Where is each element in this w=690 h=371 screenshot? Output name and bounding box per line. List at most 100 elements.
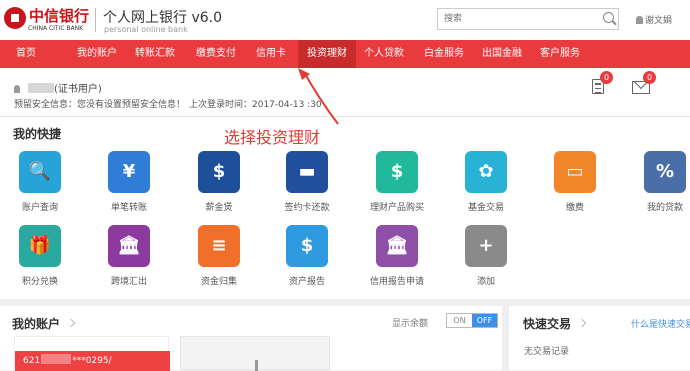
toggle-off[interactable]: OFF (472, 314, 497, 327)
nav-item-5[interactable]: 投资理财 (298, 40, 356, 68)
search-icon[interactable] (603, 12, 614, 23)
citic-logo-icon (4, 7, 26, 29)
nav-item-2[interactable]: 转账汇款 (130, 40, 180, 68)
bank-name-cn: 中信银行 (29, 7, 90, 25)
tile-glyph: + (478, 235, 494, 256)
tile-glyph: 🏛 (117, 235, 141, 256)
nav-item-1[interactable]: 我的账户 (72, 40, 122, 68)
quick-tile-2[interactable]: $ 薪金煲 (184, 151, 254, 223)
fund-collect-icon: ≡ (198, 225, 240, 267)
main-nav: 首页 我的账户 转账汇款 缴费支付 信用卡 投资理财 个人贷款 白金服务 出国金融 客户服务 (0, 40, 690, 68)
toggle-on[interactable]: ON (447, 314, 472, 327)
user-icon (14, 85, 20, 93)
card-suffix: ***0295/ (72, 356, 112, 366)
chevron-right-icon (577, 318, 587, 328)
loan-icon: % (644, 151, 686, 193)
fast-trade-panel: 快速交易 什么是快速交易 无交易记录 (509, 306, 690, 370)
fast-trade-help-link[interactable]: 什么是快速交易 (631, 317, 690, 330)
tile-glyph: ≡ (211, 235, 227, 256)
tile-glyph: $ (300, 235, 314, 256)
chevron-right-icon (66, 318, 76, 328)
add-account-card[interactable] (180, 336, 330, 371)
quick-tile-3[interactable]: ▬ 签约卡还款 (272, 151, 342, 223)
quick-tile-label: 信用报告申请 (369, 277, 424, 287)
message-count-badge: 0 (600, 71, 613, 84)
quick-tile-label: 缴费 (565, 203, 584, 213)
account-search-icon: 🔍 (19, 151, 61, 193)
nav-item-4[interactable]: 信用卡 (248, 40, 294, 68)
quick-tile-label: 单笔转账 (110, 203, 147, 213)
tile-glyph: $ (390, 161, 404, 182)
quick-tile-label: 资产报告 (288, 277, 325, 287)
fast-trade-title-text: 快速交易 (523, 317, 572, 331)
product-title: 个人网上银行 v6.0 (103, 10, 222, 26)
header-divider (95, 8, 96, 32)
tile-glyph: ¥ (122, 161, 136, 182)
quick-tile-label: 账户查询 (21, 203, 58, 213)
last-login-text: 上次登录时间：2017-04-13 (189, 100, 308, 110)
quick-tile-6[interactable]: ▭ 缴费 (540, 151, 610, 223)
wallet-icon: ▭ (554, 151, 596, 193)
nav-item-9[interactable]: 客户服务 (534, 40, 586, 68)
tile-glyph: ▭ (566, 161, 584, 182)
quick-tile-11[interactable]: $ 资产报告 (272, 225, 342, 297)
mail-icon[interactable]: 0 (632, 71, 656, 94)
tile-glyph: 🎁 (28, 235, 52, 256)
tile-glyph: 🔍 (28, 161, 52, 182)
quick-tile-label: 理财产品购买 (369, 203, 424, 213)
quick-tile-label: 跨境汇出 (110, 277, 147, 287)
quick-actions-panel: 我的快捷 🔍 账户查询 ¥ 单笔转账 $ 薪金煲 ▬ 签约卡还款 $ 理财产品购买 ✿ 基金交易 ▭ 缴费… (0, 116, 690, 299)
asset-report-icon: $ (286, 225, 328, 267)
quick-tile-12[interactable]: 🏛 信用报告申请 (362, 225, 432, 297)
product-subtitle: personal online bank (104, 25, 188, 34)
crossborder-icon: 🏛 (108, 225, 150, 267)
safety-notice: 预留安全信息：您没有设置预留安全信息！ (14, 100, 186, 110)
nav-item-8[interactable]: 出国金融 (476, 40, 528, 68)
quick-tile-10[interactable]: ≡ 资金归集 (184, 225, 254, 297)
top-user-name: 谢文娟 (645, 16, 673, 26)
nav-item-0[interactable]: 首页 (0, 40, 52, 68)
gift-icon: 🎁 (19, 225, 61, 267)
quick-tile-13[interactable]: + 添加 (451, 225, 521, 297)
quick-tile-4[interactable]: $ 理财产品购买 (362, 151, 432, 223)
tile-glyph: 🏛 (385, 235, 409, 256)
search-box (437, 8, 619, 30)
quick-tile-0[interactable]: 🔍 账户查询 (5, 151, 75, 223)
search-input[interactable] (438, 9, 598, 29)
message-icon[interactable]: 0 (592, 71, 613, 94)
user-name: (证书用户) (14, 80, 102, 95)
top-user-link[interactable]: 谢文娟 (636, 13, 672, 26)
annotation-arrow-icon (298, 68, 339, 125)
account-card[interactable]: 621 ***0295/ (14, 336, 170, 371)
quick-tile-9[interactable]: 🏛 跨境汇出 (94, 225, 164, 297)
nav-item-3[interactable]: 缴费支付 (188, 40, 244, 68)
quick-tile-8[interactable]: 🎁 积分兑换 (5, 225, 75, 297)
annotation-text: 选择投资理财 (224, 128, 321, 147)
tile-glyph: ▬ (298, 161, 316, 182)
quick-title: 我的快捷 (13, 127, 62, 141)
fund-icon: ✿ (465, 151, 507, 193)
bank-logo[interactable]: 中信银行 CHINA CITIC BANK (4, 5, 92, 35)
nav-item-7[interactable]: 白金服务 (418, 40, 470, 68)
quick-tile-label: 签约卡还款 (284, 203, 330, 213)
fast-trade-title[interactable]: 快速交易 (523, 315, 587, 332)
accounts-title[interactable]: 我的账户 (12, 315, 76, 332)
balance-toggle[interactable]: ON OFF (446, 313, 498, 328)
quick-tile-label: 我的贷款 (646, 203, 683, 213)
quick-tile-label: 资金归集 (200, 277, 237, 287)
masked-name (28, 83, 54, 93)
card-prefix: 621 (23, 356, 41, 366)
accounts-title-text: 我的账户 (12, 317, 61, 331)
tile-glyph: % (655, 161, 675, 182)
quick-tile-7[interactable]: % 我的贷款 (630, 151, 690, 223)
mail-count-badge: 0 (643, 71, 656, 84)
bank-name-en: CHINA CITIC BANK (28, 25, 84, 32)
add-icon: + (465, 225, 507, 267)
tile-glyph: ✿ (478, 161, 494, 182)
nav-item-6[interactable]: 个人贷款 (360, 40, 408, 68)
fast-trade-empty: 无交易记录 (524, 347, 570, 357)
quick-tile-1[interactable]: ¥ 单笔转账 (94, 151, 164, 223)
transfer-icon: ¥ (108, 151, 150, 193)
user-type: (证书用户) (54, 84, 102, 95)
quick-tile-5[interactable]: ✿ 基金交易 (451, 151, 521, 223)
